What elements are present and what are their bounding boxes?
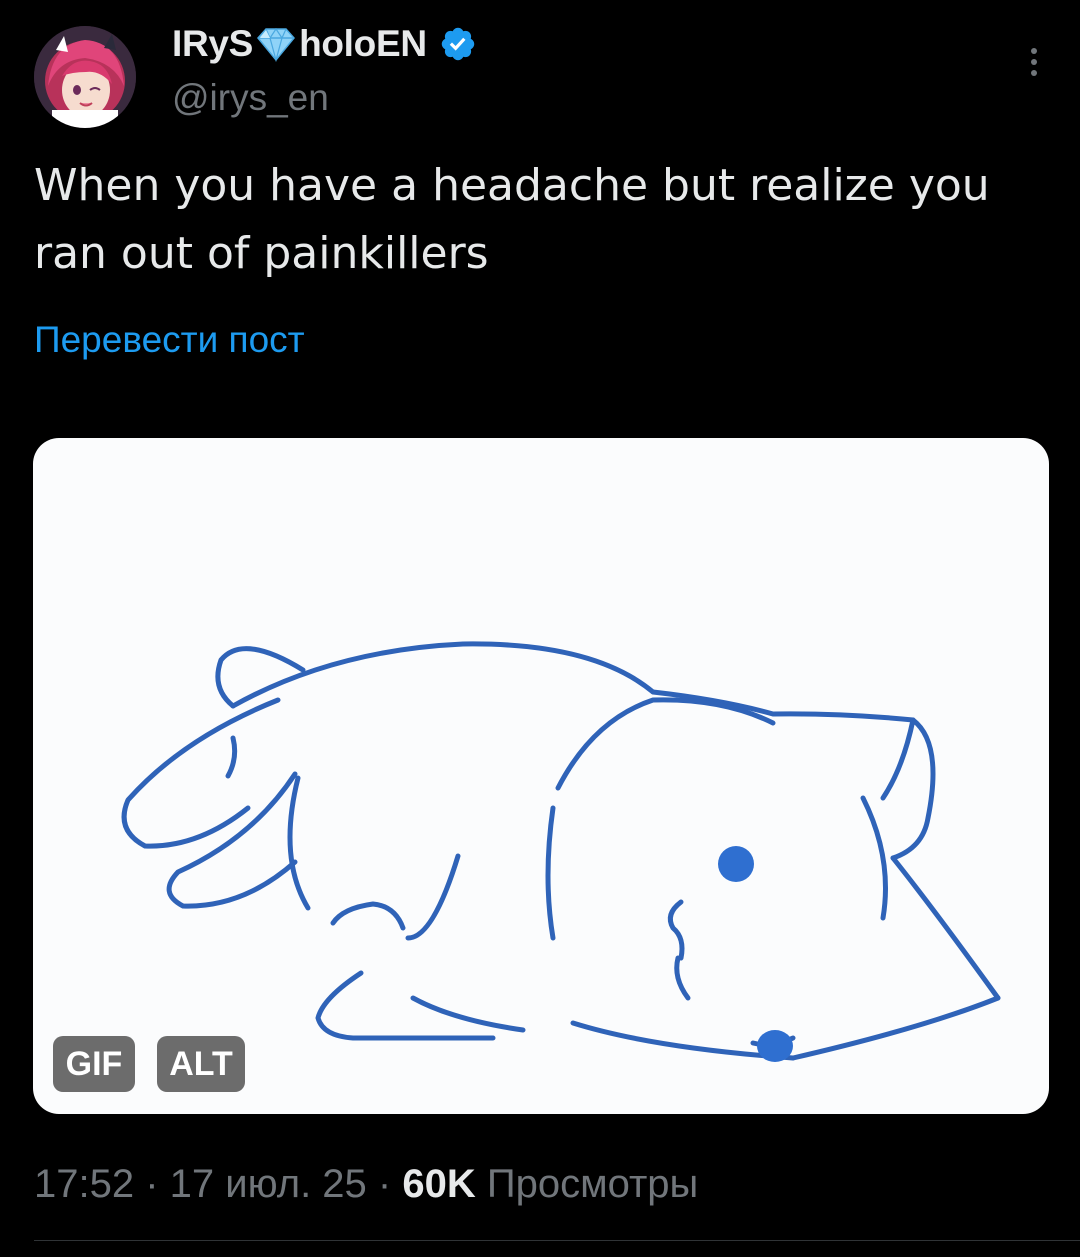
lying-cat-drawing bbox=[121, 641, 1001, 1062]
media-gif[interactable]: GIF ALT bbox=[33, 438, 1049, 1114]
author-info: IRyS holoEN @irys_en bbox=[172, 22, 477, 120]
gif-badge: GIF bbox=[53, 1036, 135, 1092]
display-name-part2: holoEN bbox=[299, 23, 427, 64]
divider bbox=[34, 1240, 1080, 1241]
post-date[interactable]: 17 июл. 25 bbox=[170, 1162, 367, 1206]
meta-separator: · bbox=[134, 1162, 170, 1206]
post-time[interactable]: 17:52 bbox=[34, 1162, 134, 1206]
more-options-icon[interactable] bbox=[1022, 44, 1046, 80]
translate-post-link[interactable]: Перевести пост bbox=[34, 316, 305, 364]
tweet-text: When you have a headache but realize you… bbox=[34, 160, 990, 279]
alt-text-badge[interactable]: ALT bbox=[157, 1036, 245, 1092]
views-label: Просмотры bbox=[475, 1162, 699, 1206]
views-count: 60K bbox=[402, 1162, 476, 1206]
display-name[interactable]: IRyS holoEN bbox=[172, 22, 477, 66]
tweet-meta: 17:52 · 17 июл. 25 · 60K Просмотры bbox=[34, 1156, 698, 1212]
tweet-header: IRyS holoEN @irys_en bbox=[34, 22, 1046, 132]
verified-badge-icon bbox=[441, 27, 474, 61]
author-handle[interactable]: @irys_en bbox=[172, 76, 477, 120]
avatar[interactable] bbox=[34, 26, 136, 128]
gem-icon bbox=[257, 27, 296, 62]
meta-separator: · bbox=[366, 1162, 403, 1206]
avatar-image bbox=[34, 26, 136, 128]
display-name-part1: IRyS bbox=[172, 23, 254, 64]
